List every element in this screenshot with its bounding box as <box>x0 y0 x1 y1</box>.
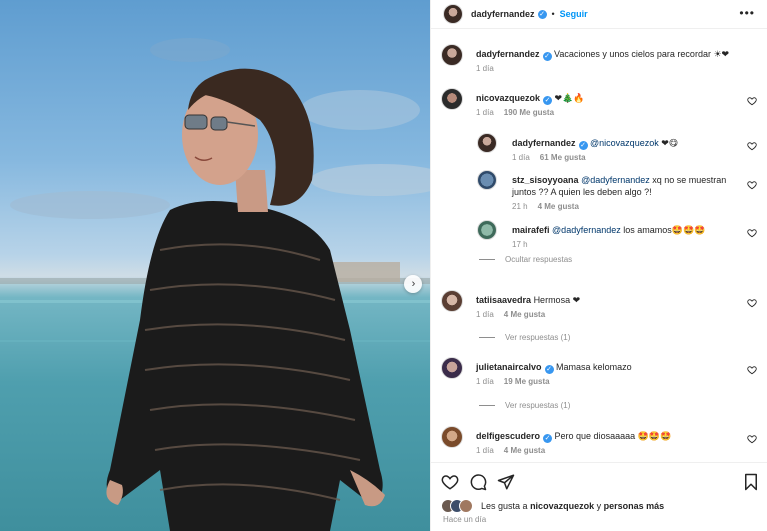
next-photo-button[interactable]: › <box>404 275 422 293</box>
comment-mention[interactable]: @dadyfernandez <box>581 175 650 185</box>
comment-username[interactable]: stz_sisoyyoana <box>512 175 579 185</box>
comment-time: 1 día <box>512 153 530 162</box>
heart-icon[interactable] <box>441 473 459 491</box>
comment-emoji: ❤😋 <box>661 139 679 149</box>
comment-time: 1 día <box>476 446 494 455</box>
comment-time: 1 día <box>476 377 494 386</box>
comment-meta: 1 día 4 Me gusta <box>476 446 545 455</box>
comment-text: Hermosa <box>533 295 571 305</box>
view-replies-button[interactable]: Ver respuestas (1) <box>479 333 570 342</box>
comments-list[interactable]: dadyfernandez ✓ Vacaciones y unos cielos … <box>431 30 767 458</box>
thread-line <box>479 405 495 407</box>
avatar[interactable] <box>443 4 463 24</box>
post-header: dadyfernandez ✓ • Seguir ••• <box>431 0 767 29</box>
comment-meta: 1 día 4 Me gusta <box>476 310 545 319</box>
action-bar <box>431 462 767 502</box>
comment-username[interactable]: tatiisaavedra <box>476 295 531 305</box>
likes-user[interactable]: nicovazquezok <box>530 501 594 511</box>
post-photo: › <box>0 0 430 531</box>
comment-time: 17 h <box>512 240 528 249</box>
verified-icon: ✓ <box>543 434 553 443</box>
avatar <box>459 499 473 513</box>
post-timestamp[interactable]: Hace un día <box>443 515 486 524</box>
thread-line <box>479 337 495 339</box>
comment-emoji: 🤩🤩🤩 <box>637 432 672 442</box>
likes-more[interactable]: personas más <box>604 501 665 511</box>
share-icon[interactable] <box>497 473 515 491</box>
comment-icon[interactable] <box>469 473 487 491</box>
comment-username[interactable]: mairafefi <box>512 225 550 235</box>
comment-meta: 21 h 4 Me gusta <box>512 202 579 211</box>
comment-likes[interactable]: 4 Me gusta <box>538 202 579 211</box>
follow-button[interactable]: Seguir <box>560 9 588 19</box>
comment-likes[interactable]: 4 Me gusta <box>504 310 545 319</box>
avatar[interactable] <box>441 88 463 110</box>
comment-meta: 1 día 61 Me gusta <box>512 153 586 162</box>
comment-username[interactable]: dadyfernandez <box>512 138 576 148</box>
heart-icon[interactable] <box>747 434 757 444</box>
comment-mention[interactable]: @nicovazquezok <box>590 138 659 148</box>
avatar[interactable] <box>441 44 463 66</box>
heart-icon[interactable] <box>747 365 757 375</box>
verified-icon: ✓ <box>537 9 547 19</box>
separator-dot: • <box>551 9 555 19</box>
comment-likes[interactable]: 19 Me gusta <box>504 377 550 386</box>
comment-time: 21 h <box>512 202 528 211</box>
verified-icon: ✓ <box>543 96 553 105</box>
comment-text: los amamos <box>623 225 672 235</box>
view-replies-label[interactable]: Ver respuestas (1) <box>505 333 570 342</box>
hide-replies-label[interactable]: Ocultar respuestas <box>505 255 572 264</box>
chevron-right-icon: › <box>411 277 416 290</box>
comment-text: Vacaciones y unos cielos para recordar <box>554 49 711 59</box>
comment-time: 1 día <box>476 310 494 319</box>
heart-icon[interactable] <box>747 180 757 190</box>
comment-mention[interactable]: @dadyfernandez <box>552 225 621 235</box>
bookmark-icon[interactable] <box>743 473 759 491</box>
comment-emoji: ☀❤ <box>713 50 730 60</box>
verified-icon: ✓ <box>542 52 552 61</box>
avatar[interactable] <box>441 290 463 312</box>
comment-meta: 1 día 190 Me gusta <box>476 108 554 117</box>
comment-time: 1 día <box>476 64 494 73</box>
comment-text: Mamasa kelomazo <box>556 362 632 372</box>
avatar[interactable] <box>477 220 497 240</box>
hide-replies-button[interactable]: Ocultar respuestas <box>479 255 572 264</box>
view-replies-label[interactable]: Ver respuestas (1) <box>505 401 570 410</box>
view-replies-button[interactable]: Ver respuestas (1) <box>479 401 570 410</box>
comment-username[interactable]: nicovazquezok <box>476 93 540 103</box>
heart-icon[interactable] <box>747 96 757 106</box>
comment-emoji: ❤ <box>572 296 581 306</box>
comment-username[interactable]: julietanaircalvo <box>476 362 542 372</box>
comment-meta: 1 día <box>476 64 494 73</box>
verified-icon: ✓ <box>544 365 554 374</box>
comment-time: 1 día <box>476 108 494 117</box>
comment-username[interactable]: dadyfernandez <box>476 49 540 59</box>
comment-emoji: 🤩🤩🤩 <box>671 226 706 236</box>
comment-text: Pero que diosaaaaa <box>554 431 636 441</box>
avatar[interactable] <box>441 357 463 379</box>
post-panel: dadyfernandez ✓ • Seguir ••• dadyfernand… <box>430 0 767 531</box>
comment-likes[interactable]: 4 Me gusta <box>504 446 545 455</box>
heart-icon[interactable] <box>747 298 757 308</box>
avatar[interactable] <box>441 426 463 448</box>
more-icon[interactable]: ••• <box>739 7 755 19</box>
likes-summary: Les gusta a nicovazquezok y personas más <box>441 497 757 515</box>
heart-icon[interactable] <box>747 228 757 238</box>
likes-suffix: y <box>596 501 602 511</box>
comment-meta: 17 h <box>512 240 528 249</box>
comment-meta: 1 día 19 Me gusta <box>476 377 550 386</box>
liker-avatars <box>441 499 475 513</box>
avatar[interactable] <box>477 133 497 153</box>
verified-icon: ✓ <box>578 141 588 150</box>
comment-likes[interactable]: 61 Me gusta <box>540 153 586 162</box>
avatar[interactable] <box>477 170 497 190</box>
thread-line <box>479 259 495 261</box>
comment-username[interactable]: delfigescudero <box>476 431 540 441</box>
heart-icon[interactable] <box>747 141 757 151</box>
comment-emoji: ❤🎄🔥 <box>554 94 585 104</box>
photo-illustration <box>0 38 430 531</box>
likes-prefix: Les gusta a <box>481 501 528 511</box>
post-author-username[interactable]: dadyfernandez <box>471 9 535 19</box>
comment-likes[interactable]: 190 Me gusta <box>504 108 554 117</box>
